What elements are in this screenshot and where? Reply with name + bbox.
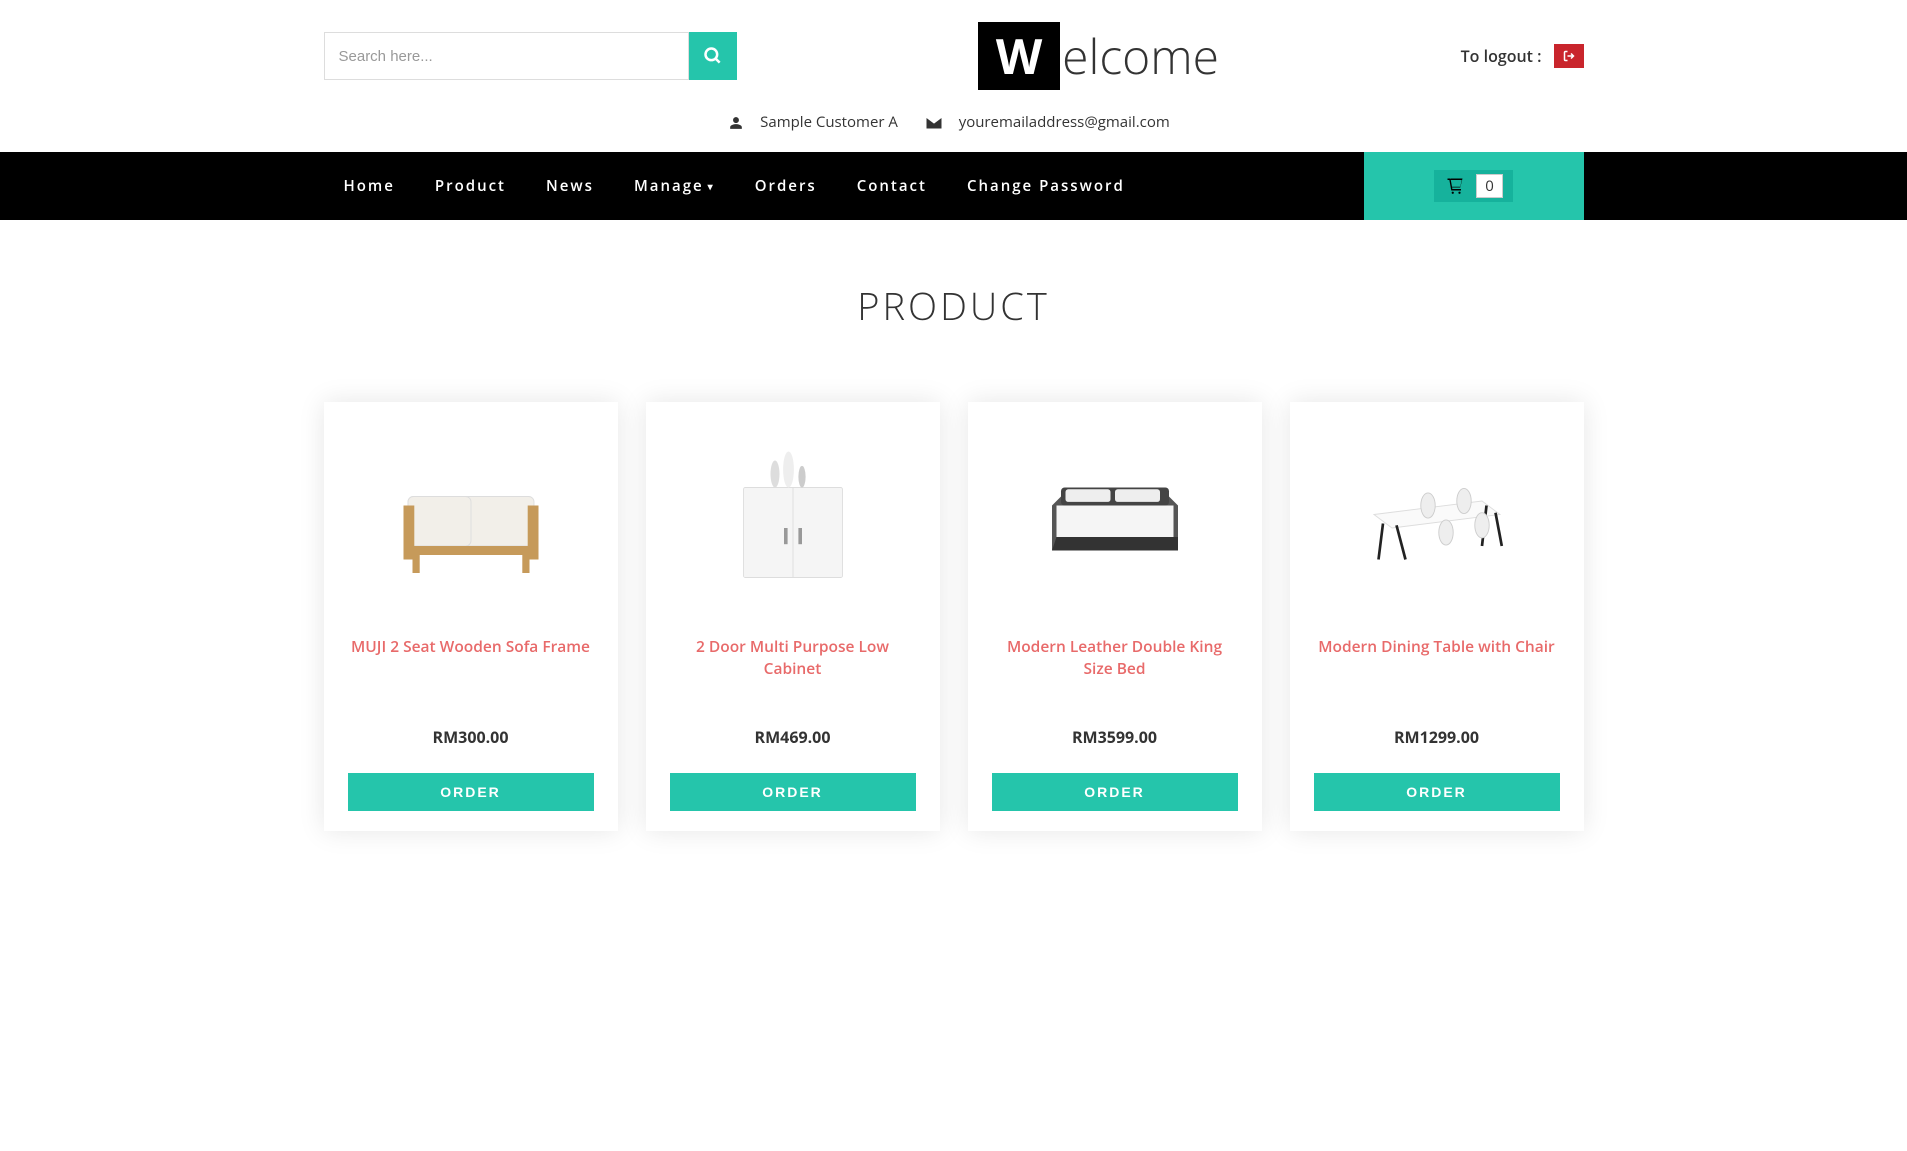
nav-news[interactable]: News [526,152,614,220]
logout-icon [1562,50,1576,62]
product-grid: MUJI 2 Seat Wooden Sofa Frame RM300.00 O… [324,402,1584,881]
nav-product[interactable]: Product [415,152,526,220]
main-nav: Home Product News Manage▾ Orders Contact… [0,152,1907,220]
nav-orders[interactable]: Orders [735,152,837,220]
logout-label: To logout : [1461,45,1542,67]
order-button[interactable]: ORDER [670,773,916,811]
user-name: Sample Customer A [760,112,898,132]
logout-button[interactable] [1554,44,1584,68]
product-card: Modern Leather Double King Size Bed RM35… [968,402,1262,831]
product-price: RM1299.00 [1314,726,1560,748]
search-icon [703,46,723,66]
user-info: Sample Customer A youremailaddress@gmail… [324,112,1584,152]
nav-home[interactable]: Home [324,152,415,220]
logo-prefix: W [978,22,1060,90]
user-email: youremailaddress@gmail.com [959,112,1170,132]
cart-button[interactable]: 0 [1364,152,1584,220]
product-name[interactable]: Modern Leather Double King Size Bed [992,636,1238,680]
product-price: RM469.00 [670,726,916,748]
order-button[interactable]: ORDER [992,773,1238,811]
logo: Welcome [737,22,1461,90]
product-card: MUJI 2 Seat Wooden Sofa Frame RM300.00 O… [324,402,618,831]
search-input[interactable] [324,32,689,80]
nav-contact[interactable]: Contact [837,152,947,220]
nav-manage[interactable]: Manage▾ [614,152,735,220]
product-name[interactable]: 2 Door Multi Purpose Low Cabinet [670,636,916,680]
product-name[interactable]: Modern Dining Table with Chair [1314,636,1560,680]
search-button[interactable] [689,32,737,80]
user-icon [729,116,743,130]
product-price: RM3599.00 [992,726,1238,748]
product-card: 2 Door Multi Purpose Low Cabinet RM469.0… [646,402,940,831]
cart-icon [1444,177,1466,195]
cart-count: 0 [1476,174,1503,198]
nav-links: Home Product News Manage▾ Orders Contact… [324,152,1145,220]
mail-icon [926,117,942,129]
logo-suffix: elcome [1062,24,1219,89]
product-image [670,414,916,624]
product-image [992,414,1238,624]
product-name[interactable]: MUJI 2 Seat Wooden Sofa Frame [348,636,594,680]
logout-wrap: To logout : [1461,44,1584,68]
header-top: Welcome To logout : [324,0,1584,112]
product-card: Modern Dining Table with Chair RM1299.00… [1290,402,1584,831]
order-button[interactable]: ORDER [1314,773,1560,811]
product-image [348,414,594,624]
search-wrap [324,32,737,80]
product-price: RM300.00 [348,726,594,748]
product-image [1314,414,1560,624]
order-button[interactable]: ORDER [348,773,594,811]
page-title: PRODUCT [324,280,1584,332]
nav-change-password[interactable]: Change Password [947,152,1145,220]
chevron-down-icon: ▾ [708,179,715,193]
